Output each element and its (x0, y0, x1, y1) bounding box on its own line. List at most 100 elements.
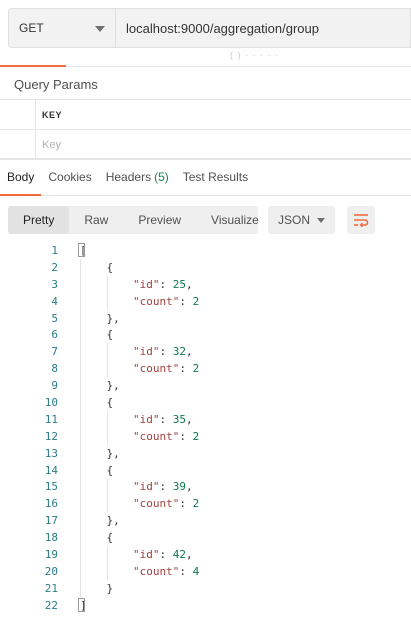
code-line: 8 "count": 2 (0, 360, 411, 377)
indent-guide (107, 275, 108, 310)
row-gutter (0, 100, 36, 129)
code-text: { (80, 463, 114, 477)
code-line: 17 }, (0, 512, 411, 529)
code-text: "count": 2 (132, 362, 200, 376)
format-tabs: Pretty Raw Preview Visualize (8, 206, 259, 234)
method-label: GET (19, 21, 44, 35)
params-row: Key (0, 129, 411, 159)
line-number: 2 (51, 260, 58, 274)
code-text: "id": 25, (132, 277, 193, 291)
code-line: 18 { (0, 529, 411, 546)
code-text: "count": 2 (132, 294, 200, 308)
code-line: 6 { (0, 326, 411, 343)
chevron-down-icon (95, 26, 105, 32)
line-number: 14 (44, 463, 58, 477)
line-number: 9 (51, 379, 58, 393)
line-number: 13 (44, 446, 58, 460)
code-line: 3 "id": 25, (0, 276, 411, 293)
bracket-match-highlight (78, 597, 85, 612)
code-text: { (80, 395, 114, 409)
indent-guide (107, 343, 108, 378)
code-line: 14 { (0, 462, 411, 479)
active-tab-indicator (0, 65, 66, 67)
code-line: 9 }, (0, 377, 411, 394)
code-text: } (80, 581, 114, 595)
line-number: 11 (44, 412, 58, 426)
indent-guide (107, 411, 108, 445)
line-number: 7 (51, 345, 58, 359)
line-number: 10 (44, 395, 58, 409)
key-input[interactable]: Key (36, 130, 411, 159)
code-line: 15 "id": 39, (0, 478, 411, 495)
code-line: 4 "count": 2 (0, 293, 411, 310)
code-text: }, (80, 379, 120, 393)
tab-headers[interactable]: Headers (5) (99, 159, 176, 195)
language-label: JSON (278, 213, 311, 227)
code-line: 1[ (0, 242, 411, 259)
code-text: "id": 42, (132, 547, 193, 561)
line-number: 1 (51, 243, 58, 257)
method-select[interactable]: GET (8, 8, 116, 48)
indent-guide (80, 258, 81, 597)
key-column-header: KEY (42, 109, 63, 120)
code-line: 12 "count": 2 (0, 428, 411, 445)
code-line: 16 "count": 2 (0, 495, 411, 512)
wrap-lines-icon (354, 214, 369, 227)
tab-label: Body (7, 170, 35, 184)
faint-text: ( ) · · · · · (230, 50, 279, 60)
language-select[interactable]: JSON (268, 206, 335, 234)
code-text: "count": 4 (132, 564, 200, 578)
code-line: 5 }, (0, 310, 411, 327)
format-raw-button[interactable]: Raw (69, 206, 123, 234)
code-line: 13 }, (0, 445, 411, 462)
code-line: 2 { (0, 259, 411, 276)
code-text: "id": 32, (132, 345, 193, 359)
code-text: "id": 35, (132, 412, 193, 426)
code-text: }, (80, 514, 120, 528)
tab-cookies[interactable]: Cookies (41, 159, 98, 195)
code-text: "id": 39, (132, 480, 193, 494)
line-number: 15 (44, 480, 58, 494)
code-text: { (80, 328, 114, 342)
format-visualize-button[interactable]: Visualize (196, 206, 274, 234)
url-input[interactable]: localhost:9000/aggregation/group (116, 8, 411, 48)
format-preview-button[interactable]: Preview (123, 206, 196, 234)
chevron-down-icon (317, 218, 325, 223)
line-number: 6 (51, 328, 58, 342)
line-number: 17 (44, 514, 58, 528)
tab-label: Test Results (182, 170, 249, 184)
params-header-row: KEY (0, 99, 411, 129)
response-tabs: Body Cookies Headers (5) Test Results (0, 158, 411, 196)
format-toolbar: Pretty Raw Preview Visualize JSON (8, 206, 375, 234)
code-text: { (80, 531, 114, 545)
code-line: 19 "id": 42, (0, 546, 411, 563)
line-number: 5 (51, 311, 58, 325)
tab-label: Headers (105, 170, 152, 184)
line-number: 16 (44, 497, 58, 511)
line-number: 18 (44, 531, 58, 545)
tab-body[interactable]: Body (0, 159, 42, 196)
tab-test-results[interactable]: Test Results (176, 159, 255, 195)
line-number: 4 (51, 294, 58, 308)
request-bar: GET localhost:9000/aggregation/group (8, 8, 411, 48)
line-number: 20 (44, 564, 58, 578)
format-pretty-button[interactable]: Pretty (8, 206, 70, 234)
line-number: 22 (44, 598, 58, 612)
code-line: 22] (0, 597, 411, 614)
code-text: }, (80, 446, 120, 460)
code-line: 21 } (0, 580, 411, 597)
tab-label: Cookies (48, 170, 92, 184)
response-body-code[interactable]: 1[2 {3 "id": 25, 4 "count": 25 }, 6 {7 "id… (0, 242, 411, 614)
params-table: KEY Key (0, 99, 411, 160)
code-text: "count": 2 (132, 497, 200, 511)
headers-count-badge: (5) (154, 170, 169, 184)
wrap-lines-button[interactable] (347, 206, 375, 234)
code-line: 11 "id": 35, (0, 411, 411, 428)
query-params-title: Query Params (14, 77, 98, 92)
code-text: { (80, 260, 114, 274)
row-gutter (0, 130, 36, 159)
line-number: 21 (44, 581, 58, 595)
indent-guide (107, 546, 108, 580)
code-line: 10 { (0, 394, 411, 411)
indent-guide (107, 478, 108, 513)
